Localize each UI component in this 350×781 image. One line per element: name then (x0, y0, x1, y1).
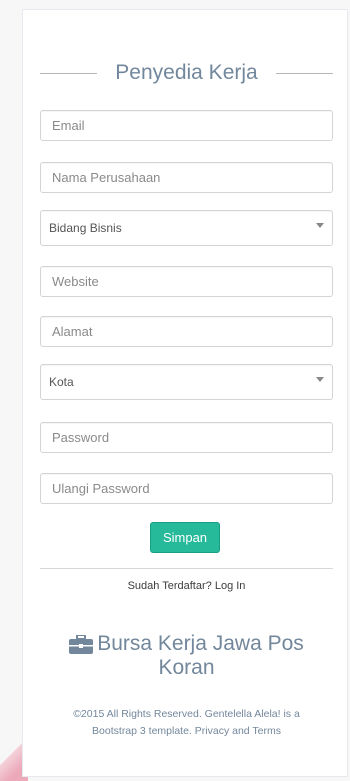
password-field[interactable] (40, 422, 333, 453)
briefcase-icon (69, 634, 94, 658)
footer-line-1: ©2015 All Rights Reserved. Gentelella Al… (73, 708, 300, 720)
repeat-password-field[interactable] (40, 473, 333, 504)
company-name-field[interactable] (40, 162, 333, 193)
city-select[interactable]: Kota (40, 364, 333, 400)
business-select-value: Bidang Bisnis (49, 221, 122, 235)
title-right-line (275, 72, 333, 74)
address-field[interactable] (40, 316, 333, 347)
login-prompt: Sudah Terdaftar? Log In (40, 580, 333, 592)
email-field[interactable] (40, 110, 333, 141)
title-left-line (40, 72, 98, 74)
divider (40, 568, 333, 569)
brand-title: Bursa Kerja Jawa Pos Koran (40, 632, 333, 679)
city-select-value: Kota (49, 375, 74, 389)
footer-line-2: Bootstrap 3 template. Privacy and Terms (92, 725, 281, 737)
form-title-wrapper: Penyedia Kerja (40, 58, 333, 88)
login-prompt-text: Sudah Terdaftar? (127, 580, 212, 592)
form-title: Penyedia Kerja (115, 61, 258, 84)
website-field[interactable] (40, 266, 333, 297)
brand-line-1: Bursa Kerja Jawa Pos (97, 632, 304, 655)
business-select[interactable]: Bidang Bisnis (40, 210, 333, 246)
brand-line-2: Koran (158, 656, 215, 679)
chevron-down-icon (316, 377, 324, 382)
chevron-down-icon (316, 223, 324, 228)
registration-page: Penyedia Kerja Bidang Bisnis Kota Simpan… (0, 0, 350, 781)
footer-text: ©2015 All Rights Reserved. Gentelella Al… (40, 706, 333, 740)
login-link[interactable]: Log In (215, 580, 246, 592)
save-button[interactable]: Simpan (150, 522, 220, 553)
